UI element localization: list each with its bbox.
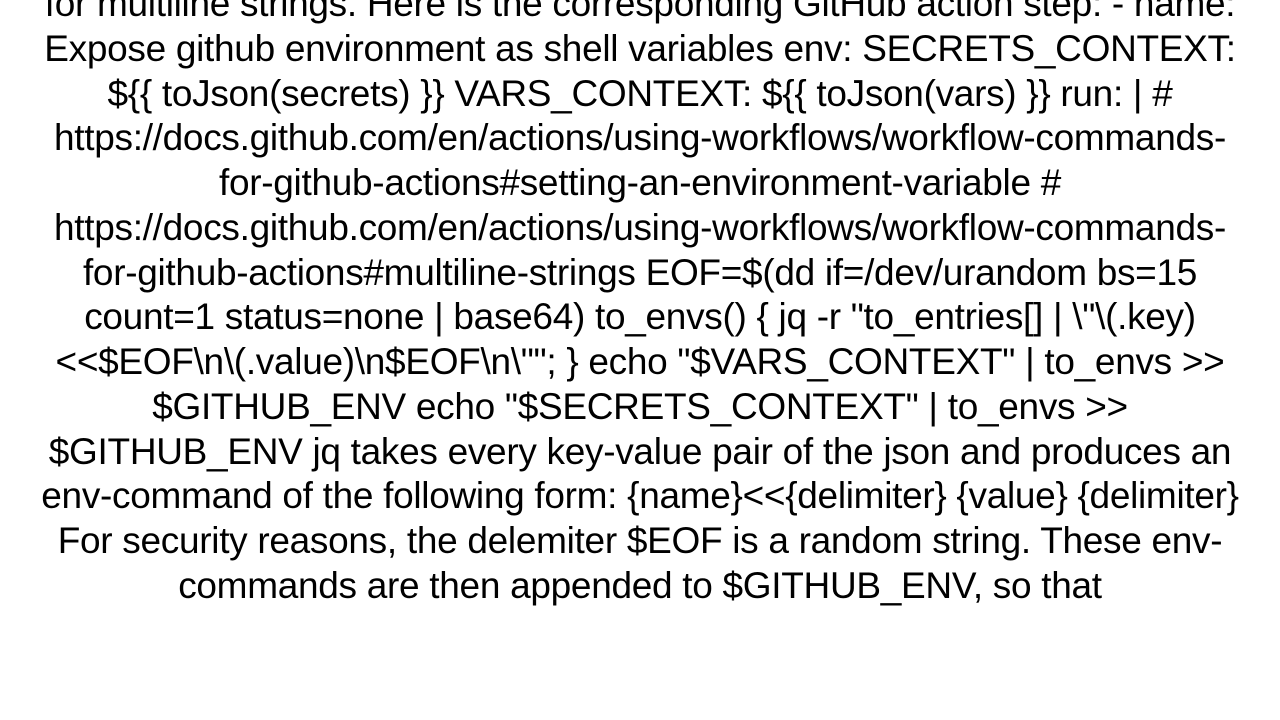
body-text: for multiline strings. Here is the corre…: [41, 0, 1238, 606]
document-body: for multiline strings. Here is the corre…: [35, 0, 1245, 609]
